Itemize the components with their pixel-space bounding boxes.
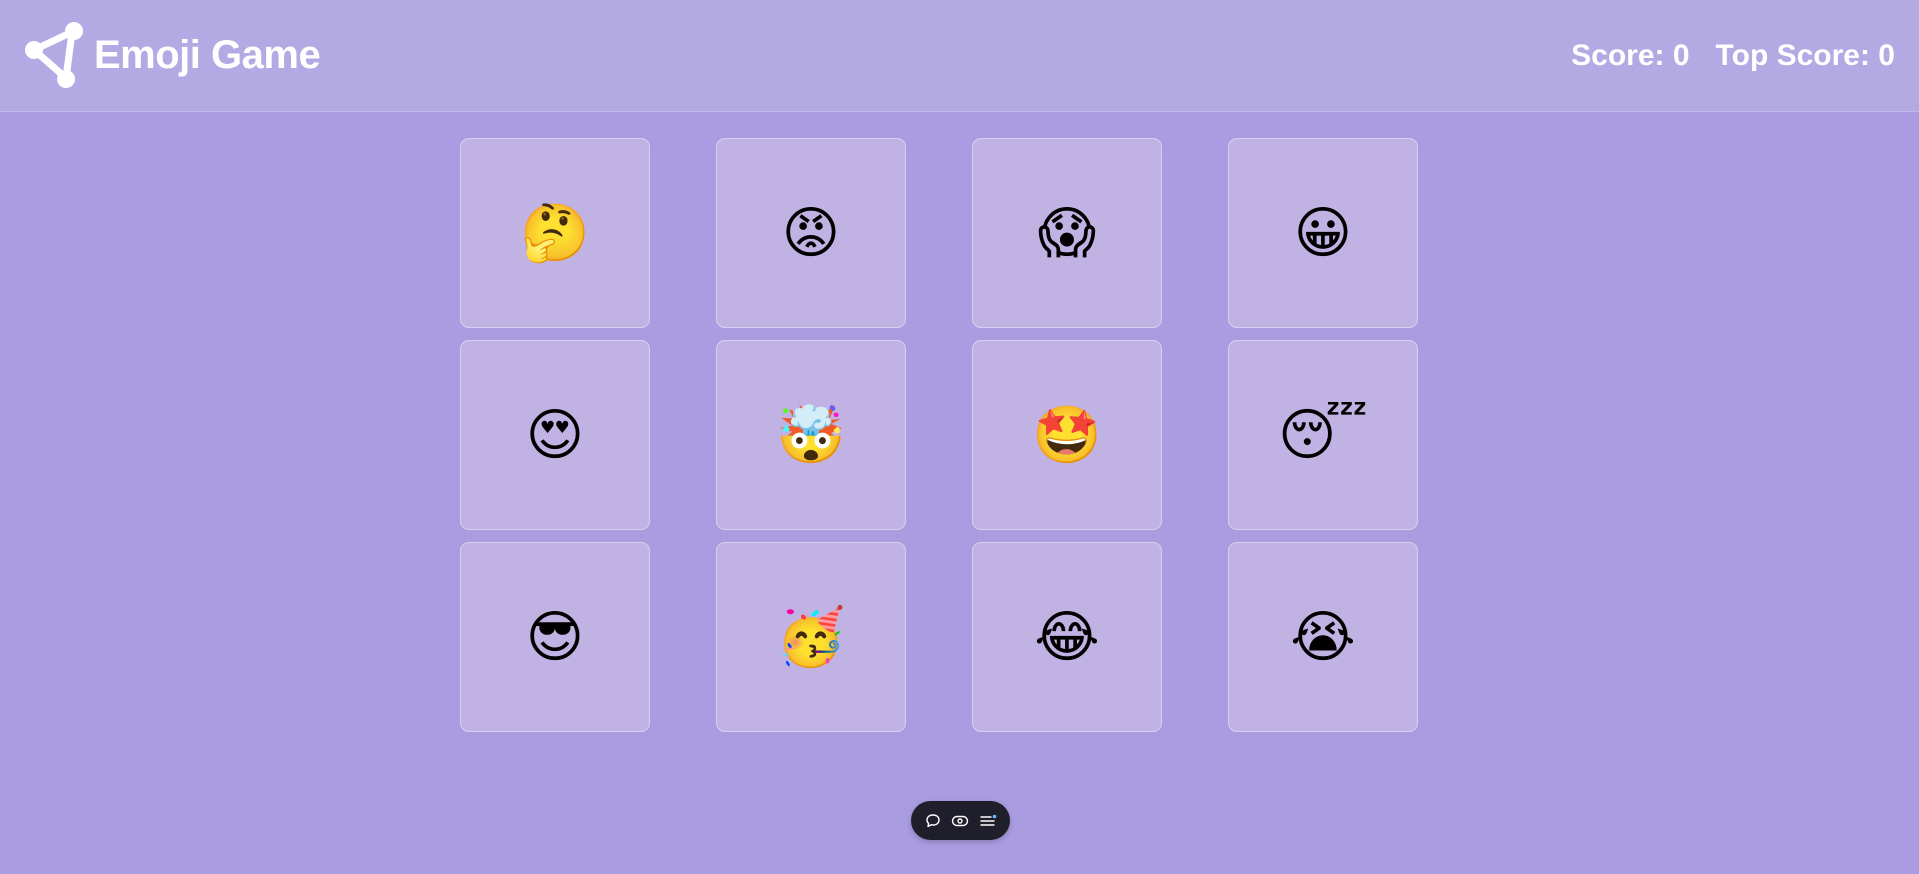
score-panel: Score: 0 Top Score: 0 bbox=[1571, 36, 1895, 76]
emoji-star-struck-icon: 🤩 bbox=[1032, 403, 1102, 466]
emoji-loudly-crying-icon: 😭 bbox=[1290, 605, 1356, 668]
emoji-angry-icon: 😡 bbox=[781, 201, 841, 264]
emoji-exploding-head-icon: 🤯 bbox=[776, 403, 846, 466]
share-nodes-icon[interactable] bbox=[22, 22, 86, 88]
comment-button[interactable] bbox=[922, 810, 944, 832]
comment-icon bbox=[926, 813, 940, 827]
emoji-tears-of-joy-icon: 😂 bbox=[1034, 605, 1100, 668]
emoji-card[interactable]: 🤯 bbox=[716, 340, 906, 530]
emoji-screaming-icon: 😱 bbox=[1037, 201, 1097, 264]
score-label: Score: 0 bbox=[1571, 39, 1690, 72]
emoji-card[interactable]: 😴 bbox=[1228, 340, 1418, 530]
emoji-card[interactable]: 😀 bbox=[1228, 138, 1418, 328]
menu-button[interactable] bbox=[977, 810, 999, 832]
emoji-card[interactable]: 😱 bbox=[972, 138, 1162, 328]
emoji-sleeping-icon: 😴 bbox=[1278, 403, 1368, 466]
toggle-view-button[interactable] bbox=[949, 810, 971, 832]
emoji-card[interactable]: 😡 bbox=[716, 138, 906, 328]
emoji-card[interactable]: 😎 bbox=[460, 542, 650, 732]
emoji-heart-eyes-icon: 😍 bbox=[525, 403, 585, 466]
emoji-thinking-icon: 🤔 bbox=[520, 201, 590, 264]
toggle-view-icon bbox=[952, 815, 969, 826]
emoji-card[interactable]: 🤩 bbox=[972, 340, 1162, 530]
menu-list-icon bbox=[980, 814, 997, 826]
emoji-partying-icon: 🥳 bbox=[776, 605, 846, 668]
emoji-sunglasses-icon: 😎 bbox=[525, 605, 585, 668]
top-score-label: Top Score: 0 bbox=[1715, 39, 1895, 72]
emoji-grinning-icon: 😀 bbox=[1293, 201, 1353, 264]
emoji-grid: 🤔 😡 😱 😀 😍 🤯 🤩 😴 😎 🥳 😂 😭 bbox=[460, 138, 1418, 732]
emoji-card[interactable]: 😭 bbox=[1228, 542, 1418, 732]
emoji-card[interactable]: 😂 bbox=[972, 542, 1162, 732]
emoji-card[interactable]: 😍 bbox=[460, 340, 650, 530]
app-title: Emoji Game bbox=[94, 33, 321, 77]
app-header: Emoji Game Score: 0 Top Score: 0 bbox=[0, 0, 1919, 112]
emoji-card[interactable]: 🤔 bbox=[460, 138, 650, 328]
emoji-card[interactable]: 🥳 bbox=[716, 542, 906, 732]
floating-toolbar bbox=[911, 801, 1010, 840]
